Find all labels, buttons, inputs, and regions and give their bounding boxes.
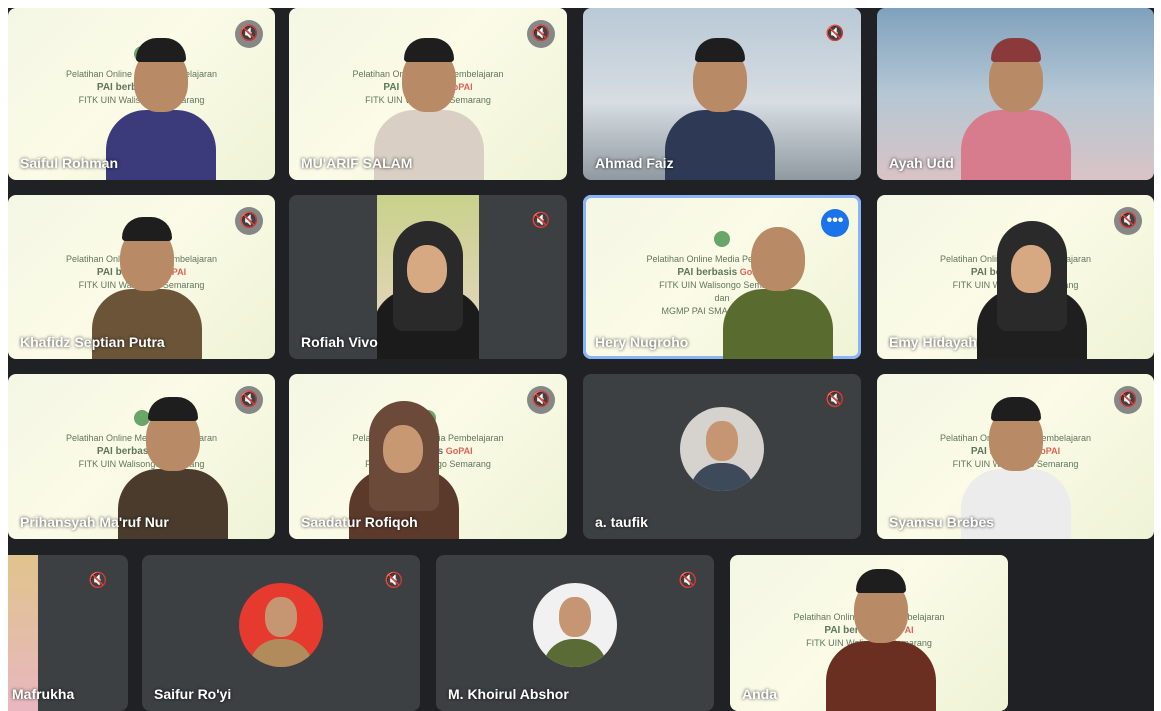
participant-tile[interactable]: 🔇 a. taufik bbox=[583, 374, 861, 539]
participant-video bbox=[377, 195, 479, 359]
participant-tile[interactable]: Pelatihan Online Media PembelajaranPAI b… bbox=[877, 374, 1154, 539]
mic-off-icon: 🔇 bbox=[1114, 386, 1142, 414]
participant-video bbox=[977, 209, 1087, 359]
participant-name: M. Khoirul Abshor bbox=[448, 686, 569, 702]
mic-off-icon: 🔇 bbox=[678, 572, 698, 589]
participant-name: MU'ARIF SALAM bbox=[301, 155, 413, 171]
participant-name: Hery Nugroho bbox=[595, 334, 689, 350]
participant-tile[interactable]: 🔇 Saifur Ro'yi bbox=[142, 555, 420, 711]
self-view-tile[interactable]: Pelatihan Online Media PembelajaranPAI b… bbox=[730, 555, 1008, 711]
mic-off-icon: 🔇 bbox=[825, 391, 845, 408]
participant-name: a. taufik bbox=[595, 514, 648, 530]
participant-tile[interactable]: Ayah Udd bbox=[877, 8, 1154, 180]
mic-off-icon: 🔇 bbox=[235, 20, 263, 48]
participant-name: Khafidz Septian Putra bbox=[20, 334, 165, 350]
participant-tile[interactable]: Pelatihan Online Media PembelajaranPAI b… bbox=[877, 195, 1154, 359]
participant-name: Prihansyah Ma'ruf Nur bbox=[20, 514, 169, 530]
mic-off-icon: 🔇 bbox=[235, 386, 263, 414]
mic-off-icon: 🔇 bbox=[531, 212, 551, 229]
more-options-icon[interactable]: ••• bbox=[821, 209, 849, 237]
participant-name: Mafrukha bbox=[12, 686, 75, 702]
participant-video bbox=[723, 209, 833, 359]
participant-name: Saadatur Rofiqoh bbox=[301, 514, 418, 530]
participant-name: Syamsu Brebes bbox=[889, 514, 995, 530]
participant-name: Emy Hidayah bbox=[889, 334, 977, 350]
participant-tile[interactable]: 🔇 Rofiah Vivo bbox=[289, 195, 567, 359]
participant-tile[interactable]: 🔇 M. Khoirul Abshor bbox=[436, 555, 714, 711]
participant-video bbox=[961, 30, 1071, 180]
participant-name: Ahmad Faiz bbox=[595, 155, 674, 171]
mic-off-icon: 🔇 bbox=[527, 20, 555, 48]
participant-name: Anda bbox=[742, 686, 777, 702]
participant-name: Saifur Ro'yi bbox=[154, 686, 232, 702]
mic-off-icon: 🔇 bbox=[384, 572, 404, 589]
participant-name: Rofiah Vivo bbox=[301, 334, 378, 350]
avatar bbox=[533, 583, 617, 667]
mic-off-icon: 🔇 bbox=[825, 25, 845, 42]
participant-tile[interactable]: Pelatihan Online Media PembelajaranPAI b… bbox=[8, 195, 275, 359]
participant-tile[interactable]: 🔇 Ahmad Faiz bbox=[583, 8, 861, 180]
participant-video bbox=[665, 30, 775, 180]
mic-off-icon: 🔇 bbox=[527, 386, 555, 414]
participant-tile-active[interactable]: Pelatihan Online Media Pembelajaran PAI b… bbox=[583, 195, 861, 359]
mic-off-icon: 🔇 bbox=[1114, 207, 1142, 235]
participant-tile[interactable]: 🔇 Mafrukha bbox=[8, 555, 128, 711]
participant-video bbox=[826, 561, 936, 711]
participant-name: Ayah Udd bbox=[889, 155, 954, 171]
participant-name: Saiful Rohman bbox=[20, 155, 119, 171]
participant-tile[interactable]: Pelatihan Online Media PembelajaranPAI b… bbox=[289, 8, 567, 180]
participant-tile[interactable]: Pelatihan Online Media PembelajaranPAI b… bbox=[8, 8, 275, 180]
avatar bbox=[680, 406, 764, 491]
participant-video bbox=[106, 30, 216, 180]
avatar bbox=[239, 583, 323, 667]
meeting-grid: Pelatihan Online Media PembelajaranPAI b… bbox=[8, 8, 1154, 711]
mic-off-icon: 🔇 bbox=[88, 572, 108, 589]
participant-tile[interactable]: Pelatihan Online Media PembelajaranPAI b… bbox=[289, 374, 567, 539]
mic-off-icon: 🔇 bbox=[235, 207, 263, 235]
participant-tile[interactable]: Pelatihan Online Media PembelajaranPAI b… bbox=[8, 374, 275, 539]
